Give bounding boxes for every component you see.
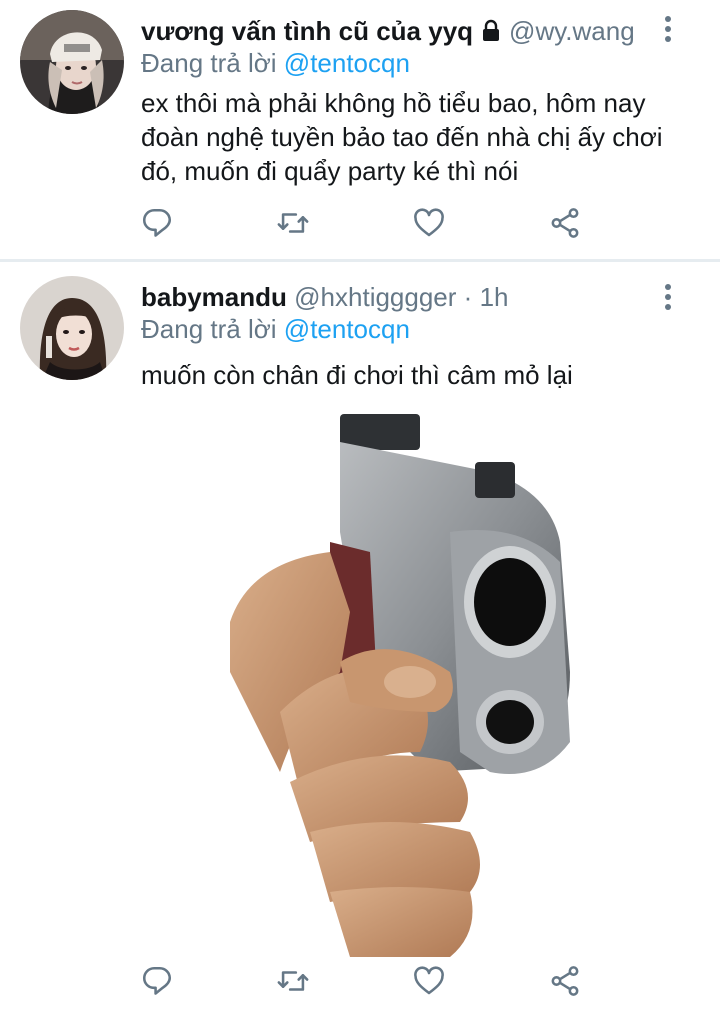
replying-label: Đang trả lời xyxy=(141,314,277,344)
tweet[interactable]: babymandu @hxhtigggger · 1h Đang trả lời… xyxy=(0,262,720,1011)
share-icon[interactable] xyxy=(548,206,588,246)
user-handle[interactable]: @hxhtigggger xyxy=(294,282,456,312)
replying-to: Đang trả lời @tentocqn xyxy=(141,312,410,346)
user-handle[interactable]: @wy.wang xyxy=(509,16,635,46)
tweet-actions xyxy=(140,206,600,246)
replying-to: Đang trả lời @tentocqn xyxy=(141,46,410,80)
timestamp[interactable]: 1h xyxy=(480,282,509,312)
tweet-text: muốn còn chân đi chơi thì câm mỏ lại xyxy=(141,360,573,390)
tweet-header: babymandu @hxhtigggger · 1h xyxy=(141,280,509,314)
avatar[interactable] xyxy=(20,10,124,114)
like-icon[interactable] xyxy=(412,206,452,246)
display-name[interactable]: vương vấn tình cũ của yyq xyxy=(141,16,473,46)
reply-icon[interactable] xyxy=(140,206,180,246)
avatar[interactable] xyxy=(20,276,124,380)
like-icon[interactable] xyxy=(412,964,452,1004)
retweet-icon[interactable] xyxy=(276,206,316,246)
lock-icon xyxy=(479,17,503,51)
more-options-icon[interactable] xyxy=(662,282,674,312)
mention-link[interactable]: @tentocqn xyxy=(284,314,410,344)
reply-icon[interactable] xyxy=(140,964,180,1004)
display-name[interactable]: babymandu xyxy=(141,282,287,312)
separator: · xyxy=(463,282,473,312)
share-icon[interactable] xyxy=(548,964,588,1004)
tweet-actions xyxy=(140,964,600,1004)
mention-link[interactable]: @tentocqn xyxy=(284,48,410,78)
retweet-icon[interactable] xyxy=(276,964,316,1004)
tweet[interactable]: vương vấn tình cũ của yyq @wy.wang Đang t… xyxy=(0,0,720,260)
hand-holding-pistol-image[interactable] xyxy=(220,412,610,957)
more-options-icon[interactable] xyxy=(662,14,674,44)
tweet-text: ex thôi mà phải không hồ tiểu bao, hôm n… xyxy=(141,88,663,186)
replying-label: Đang trả lời xyxy=(141,48,277,78)
